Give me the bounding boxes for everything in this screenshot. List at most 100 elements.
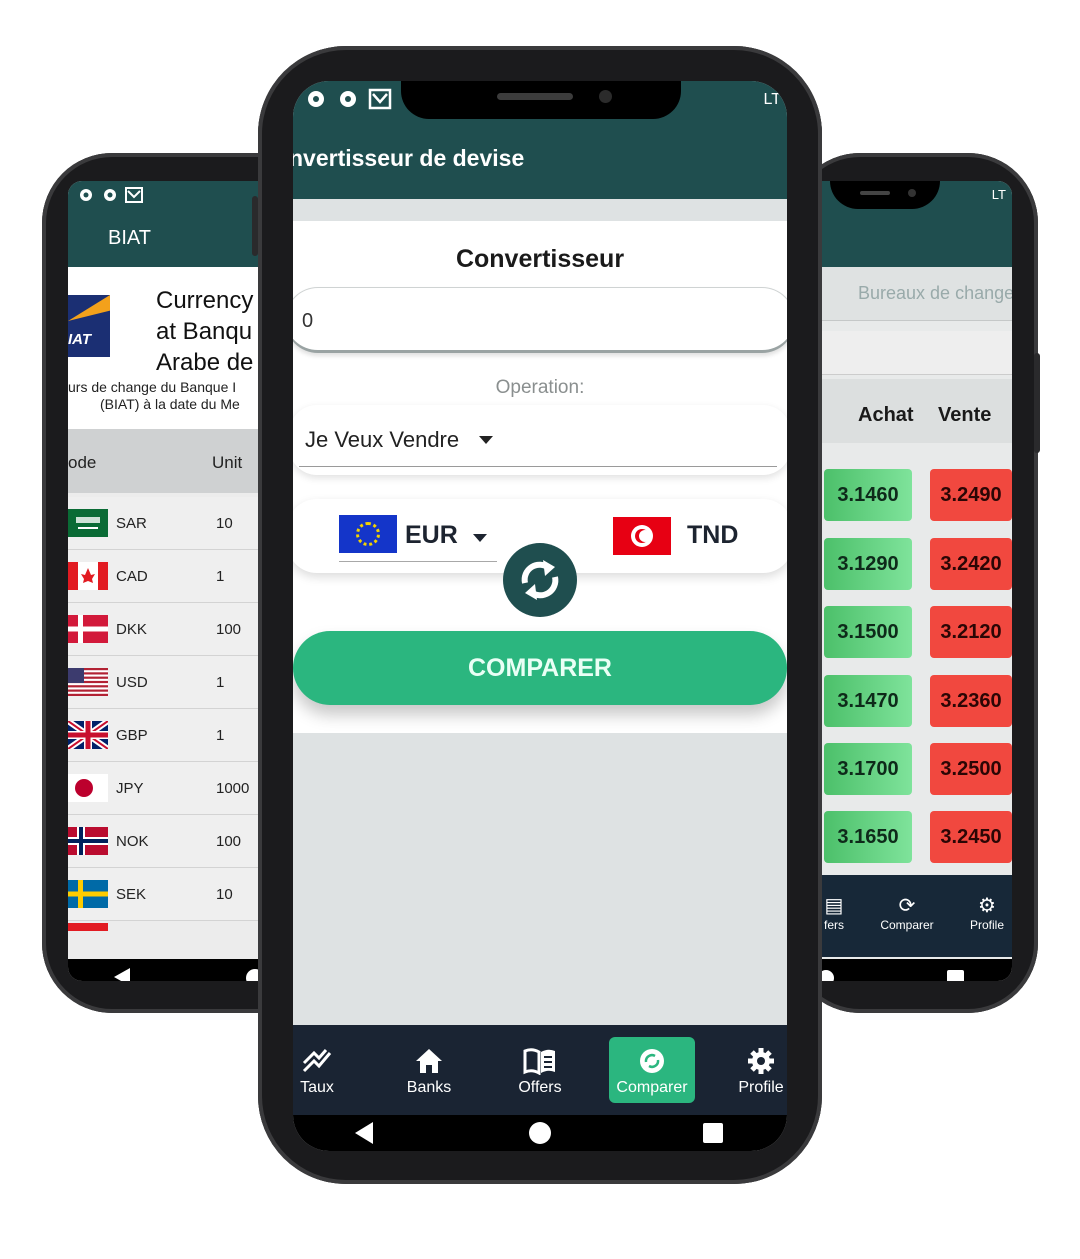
operation-value: Je Veux Vendre [305,427,460,452]
currency-unit: 1 [216,674,225,691]
sweden-flag-icon [68,880,108,908]
app-title: nvertisseur de devise [293,145,525,171]
trend-icon [302,1049,332,1073]
buy-header: Achat [858,404,914,426]
sync-icon: ⟳ [898,895,916,917]
nav-comparer[interactable]: ⟳ Comparer [872,893,942,932]
nav-banks[interactable]: Banks [387,1047,471,1097]
sell-rate: 3.2420 [930,538,1012,590]
amount-input[interactable]: 0 [293,287,787,353]
from-currency[interactable]: EUR [405,521,458,550]
heading-line: Currency [156,287,254,314]
currency-unit: 1 [216,727,225,744]
operation-label: Operation: [495,377,585,398]
currency-unit: 1 [216,568,225,585]
uk-flag-icon [68,721,108,749]
search-input[interactable]: Bureaux de change [820,267,1012,321]
canada-flag-icon [68,562,108,590]
currency-unit: 10 [216,886,233,903]
compare-button[interactable]: COMPARER [293,631,787,705]
back-icon[interactable] [355,1122,373,1144]
sell-rate: 3.2450 [930,811,1012,863]
currency-unit: 100 [216,833,242,850]
nav-label: Offers [518,1079,562,1096]
currency-code: GBP [116,727,148,744]
operation-select[interactable]: Je Veux Vendre [293,405,787,475]
to-currency: TND [687,521,739,549]
table-header: Achat Vente [820,379,1012,443]
recents-icon[interactable] [703,1123,723,1143]
mockup-stage: BIAT IAT Currency at Banqu Arabe de urs … [0,0,1080,1259]
system-nav-bar [293,1115,787,1151]
usa-flag-icon [68,668,108,696]
currency-code: DKK [116,621,147,638]
network-indicator: LT [763,91,781,108]
nav-label: Banks [406,1079,452,1096]
buy-rate: 3.1460 [824,469,912,521]
sell-header: Vente [938,404,992,426]
buy-rate: 3.1650 [824,811,912,863]
saudi-flag-icon [68,509,108,537]
chevron-down-icon[interactable] [473,534,487,542]
speaker-grille [497,93,573,100]
unit-header: Unit [212,453,243,472]
buy-rate: 3.1470 [824,675,912,727]
currency-code: CAD [116,568,148,585]
nav-profile[interactable]: ⚙ Profile [962,893,1012,932]
center-screen: LT nvertisseur de devise Convertisseur 0… [293,81,787,1151]
power-button [1034,353,1040,453]
partial-row: 3.1650 3.2450 [820,811,1012,875]
biat-logo: IAT [68,295,110,357]
recents-icon[interactable] [947,970,964,981]
nav-offers[interactable]: Offers [498,1047,582,1097]
gear-icon [748,1048,774,1074]
nav-label: Profile [969,918,1004,932]
card-title: Convertisseur [455,245,625,273]
nav-profile[interactable]: Profile [719,1047,787,1097]
home-button-icon[interactable] [529,1122,551,1144]
japan-flag-icon [68,774,108,802]
next-flag-edge [68,923,108,931]
camera-lens [599,90,612,103]
bottom-nav: ▤ fers ⟳ Comparer ⚙ Profile [820,875,1012,957]
status-icons [308,88,392,110]
nav-taux[interactable]: Taux [293,1047,359,1097]
bottom-nav: Taux Banks Offers Comparer Profile [293,1025,787,1115]
nav-label: Comparer [616,1079,688,1096]
currency-code: JPY [116,780,144,797]
chevron-down-icon [479,436,493,444]
sync-icon [521,560,559,600]
amount-value: 0 [302,310,314,332]
volume-button [252,196,258,256]
swap-currencies-button[interactable] [503,543,577,617]
sell-rate: 3.2360 [930,675,1012,727]
status-icons [80,187,143,203]
network-indicator: LT [991,187,1006,202]
buy-rate: 3.1290 [824,538,912,590]
right-phone: LT Bureaux de change Achat Vente 3.1460 … [790,153,1040,1013]
app-bar: nvertisseur de devise [293,119,787,199]
camera-notch [830,181,940,209]
back-icon[interactable] [114,968,130,981]
nav-comparer[interactable]: Comparer [609,1047,695,1097]
logo-text: IAT [68,331,92,348]
right-screen: LT Bureaux de change Achat Vente 3.1460 … [790,181,1012,981]
book-icon [523,1048,555,1075]
code-header: ode [68,453,97,472]
logo-swoosh [68,295,110,321]
buy-rate: 3.1500 [824,606,912,658]
select-underline [299,466,777,467]
sell-rate: 3.2500 [930,743,1012,795]
currency-code: NOK [116,833,149,850]
app-title: BIAT [108,227,151,249]
nav-label: Profile [738,1079,784,1096]
denmark-flag-icon [68,615,108,643]
filter-bar[interactable] [820,331,1012,375]
home-icon [416,1049,442,1073]
eu-flag-icon [339,515,397,553]
currency-unit: 10 [216,515,233,532]
bank-heading: Currency at Banqu Arabe de [156,285,253,378]
heading-line: Arabe de [156,349,254,376]
sell-rate: 3.2120 [930,606,1012,658]
currency-code: USD [116,674,148,691]
